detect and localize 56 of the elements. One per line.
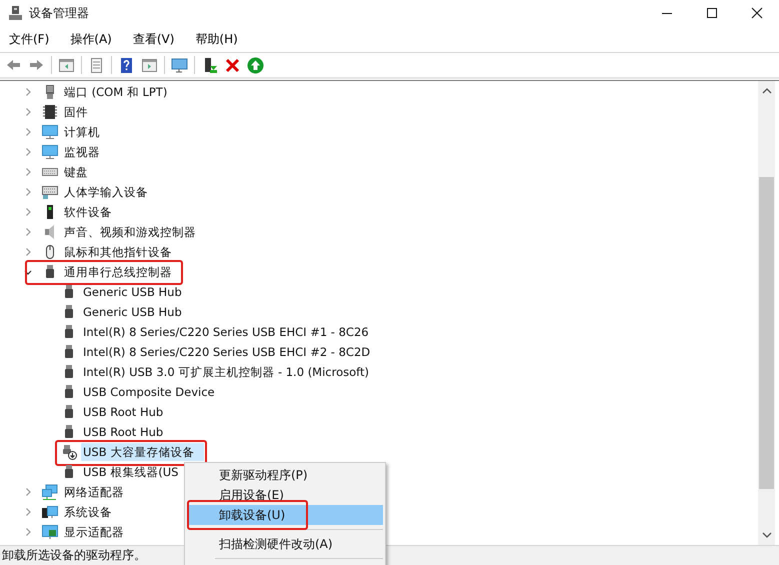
tree-item[interactable]: 人体学输入设备 bbox=[62, 183, 150, 201]
scrollbar[interactable] bbox=[758, 81, 775, 545]
tree-item[interactable]: 监视器 bbox=[62, 143, 102, 161]
tree-item[interactable]: Intel(R) 8 Series/C220 Series USB EHCI #1 - 8C26 bbox=[81, 323, 371, 341]
expand-chevron-icon[interactable] bbox=[23, 247, 33, 257]
menu-item[interactable]: 操作(A) bbox=[63, 28, 119, 50]
monitor-icon bbox=[42, 144, 58, 160]
computer-icon bbox=[8, 6, 23, 20]
window-title: 设备管理器 bbox=[29, 4, 89, 22]
expand-chevron-icon[interactable] bbox=[23, 167, 33, 177]
system-icon bbox=[42, 504, 58, 520]
expand-chevron-icon[interactable] bbox=[23, 207, 33, 217]
menu-item[interactable]: 扫描检测硬件改动(A) bbox=[187, 534, 383, 554]
expand-chevron-icon[interactable] bbox=[23, 87, 33, 97]
tree-item[interactable]: USB Root Hub bbox=[81, 423, 166, 441]
tree-item[interactable]: Intel(R) 8 Series/C220 Series USB EHCI #2 - 8C2D bbox=[81, 343, 372, 361]
close-icon bbox=[750, 7, 762, 19]
expand-chevron-icon[interactable] bbox=[23, 227, 33, 237]
expand-chevron-icon[interactable] bbox=[23, 127, 33, 137]
menu-item[interactable]: 启用设备(E) bbox=[187, 485, 383, 505]
network-icon bbox=[42, 484, 58, 500]
tree-item[interactable]: USB Root Hub bbox=[81, 403, 166, 421]
tree-item[interactable]: 键盘 bbox=[62, 163, 90, 181]
display-icon bbox=[42, 524, 58, 540]
tree-item[interactable]: USB Composite Device bbox=[81, 383, 217, 401]
monitor-icon bbox=[42, 124, 58, 140]
tree-item[interactable]: 固件 bbox=[62, 103, 90, 121]
expand-chevron-icon[interactable] bbox=[23, 487, 33, 497]
status-text: 卸载所选设备的驱动程序。 bbox=[2, 547, 146, 564]
tree-item[interactable]: Generic USB Hub bbox=[81, 303, 184, 321]
tree-item[interactable]: 通用串行总线控制器 bbox=[62, 263, 174, 281]
keyboard-icon bbox=[42, 184, 58, 200]
tree-item[interactable]: 鼠标和其他指针设备 bbox=[62, 243, 174, 261]
up-arrow-circle-icon[interactable] bbox=[245, 55, 266, 75]
expand-chevron-icon[interactable] bbox=[23, 187, 33, 197]
expand-chevron-icon[interactable] bbox=[23, 527, 33, 537]
tree-item[interactable]: Intel(R) USB 3.0 可扩展主机控制器 - 1.0 (Microsoft) bbox=[81, 363, 371, 381]
expand-chevron-icon[interactable] bbox=[23, 507, 33, 517]
tree-item[interactable]: USB 根集线器(US bbox=[81, 463, 180, 481]
menu-item[interactable]: 帮助(H) bbox=[188, 28, 245, 50]
tree-item[interactable]: 声音、视频和游戏控制器 bbox=[62, 223, 198, 241]
tree-item[interactable]: 显示适配器 bbox=[62, 523, 126, 541]
menu-item[interactable]: 更新驱动程序(P) bbox=[187, 465, 383, 485]
maximize-icon bbox=[706, 7, 718, 19]
menu-item[interactable]: 文件(F) bbox=[2, 28, 56, 50]
menu-item[interactable]: 查看(V) bbox=[126, 28, 182, 50]
tree-item[interactable]: 端口 (COM 和 LPT) bbox=[62, 83, 170, 101]
tree-item[interactable]: 软件设备 bbox=[62, 203, 114, 221]
chip-icon bbox=[42, 104, 58, 120]
expand-chevron-icon[interactable] bbox=[23, 107, 33, 117]
tree-item[interactable]: 网络适配器 bbox=[62, 483, 126, 501]
menu-item[interactable]: 卸载设备(U) bbox=[187, 505, 383, 525]
expand-chevron-icon[interactable] bbox=[23, 147, 33, 157]
tree-item[interactable]: 系统设备 bbox=[62, 503, 114, 521]
tree-item[interactable]: Generic USB Hub bbox=[81, 283, 184, 301]
tree-item[interactable]: 计算机 bbox=[62, 123, 102, 141]
